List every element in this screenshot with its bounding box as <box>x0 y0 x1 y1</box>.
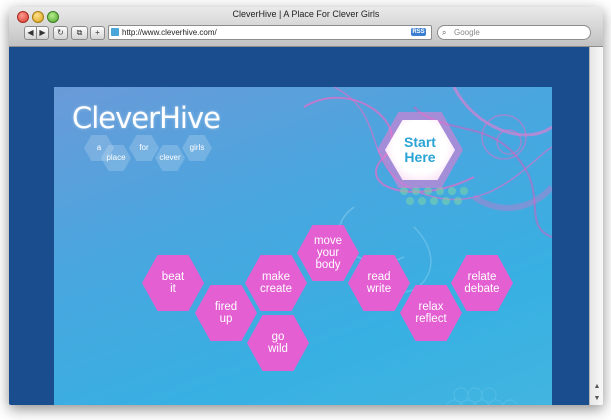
scroll-down-arrow-icon[interactable]: ▼ <box>590 393 603 405</box>
hex-label-line: wild <box>268 343 288 355</box>
hex-label-line: beat <box>161 271 185 283</box>
site-canvas: CleverHive a place for clever girls Star… <box>54 87 552 405</box>
hex-label-line: relax <box>418 301 444 313</box>
hex-label-line: up <box>219 313 233 325</box>
hex-label-line: write <box>366 283 392 295</box>
search-input[interactable]: ⌕ Google <box>437 25 591 40</box>
hex-label-line: debate <box>464 283 500 295</box>
show-tabs-button[interactable]: ⧉ <box>71 26 88 40</box>
hex-label-line: your <box>316 247 340 259</box>
hex-label-line: it <box>170 283 176 295</box>
hex-label-line: fired <box>214 301 238 313</box>
hex-label-line: make <box>261 271 291 283</box>
url-text[interactable]: http://www.cleverhive.com/ <box>122 27 217 38</box>
site-favicon-icon <box>111 28 119 36</box>
start-here-line-2: Here <box>404 149 436 165</box>
browser-window: CleverHive | A Place For Clever Girls ◀ … <box>9 7 603 405</box>
add-bookmark-button[interactable]: + <box>90 26 105 40</box>
hex-label-line: go <box>271 331 285 343</box>
hex-label-line: move <box>313 235 343 247</box>
reload-button[interactable]: ↻ <box>53 26 68 40</box>
cleverhive-logo[interactable]: CleverHive <box>72 101 221 135</box>
page-viewport: CleverHive a place for clever girls Star… <box>9 47 589 405</box>
window-title: CleverHive | A Place For Clever Girls <box>232 9 380 19</box>
title-bar: CleverHive | A Place For Clever Girls ◀ … <box>9 7 603 47</box>
address-bar[interactable]: http://www.cleverhive.com/ <box>108 25 432 40</box>
search-placeholder: Google <box>454 28 480 37</box>
hex-label-line: create <box>260 283 292 295</box>
hex-label-line: reflect <box>415 313 447 325</box>
magnifier-icon: ⌕ <box>442 28 447 37</box>
scroll-up-arrow-icon[interactable]: ▲ <box>590 381 603 393</box>
hex-label-line: relate <box>467 271 497 283</box>
start-here-line-1: Start <box>404 134 436 150</box>
vertical-scrollbar[interactable]: ▲ ▼ <box>589 47 603 405</box>
hex-label-line: body <box>315 259 341 271</box>
browser-toolbar: ◀ ▶ ↻ ⧉ + http://www.cleverhive.com/ RSS… <box>9 24 603 44</box>
rss-badge[interactable]: RSS <box>411 28 426 36</box>
hex-label-line: read <box>367 271 391 283</box>
forward-button[interactable]: ▶ <box>36 26 49 40</box>
